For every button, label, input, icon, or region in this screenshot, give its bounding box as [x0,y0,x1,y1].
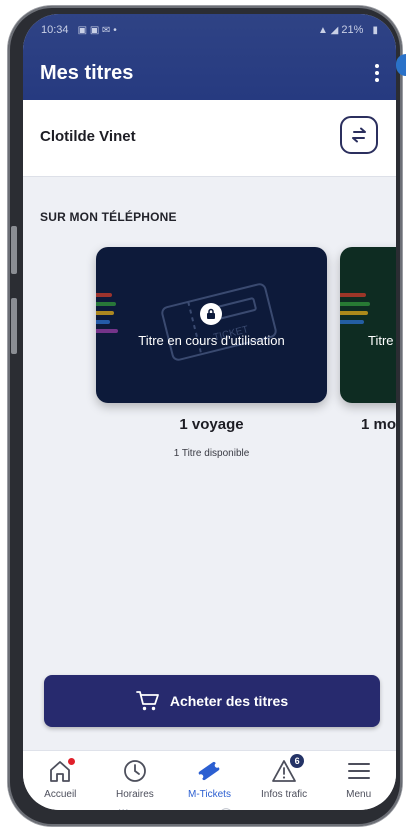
page-title: Mes titres [40,62,134,84]
battery-icon: ▮ [372,25,378,36]
nav-item-menu[interactable]: Menu [324,751,394,810]
card-title: 1 mo [361,416,396,433]
ticket-illustration: TICKET [161,283,277,361]
nav-item-accueil[interactable]: Accueil [25,751,95,810]
app-bar: 10:34 ▣ ▣ ✉ • ▲ ◢ 21% ▮ Mes titres [23,14,396,100]
user-name: Clotilde Vinet [40,128,136,145]
app-screen: 10:34 ▣ ▣ ✉ • ▲ ◢ 21% ▮ Mes titres Cloti… [23,14,396,810]
power-button [11,298,17,354]
nav-item-horaires[interactable]: Horaires [100,751,170,810]
notification-icons: ▣ ▣ ✉ • [77,25,117,36]
home-icon [46,757,76,785]
nav-item-infos-trafic[interactable]: 6 Infos trafic [249,751,319,810]
section-title: SUR MON TÉLÉPHONE [40,210,177,224]
card-stripes [340,293,370,329]
lock-icon [200,303,222,325]
ticket-card-second[interactable]: Titre [340,247,396,403]
nav-label: M-Tickets [188,789,231,800]
buy-button-label: Acheter des titres [169,693,289,709]
home-gesture-icon[interactable]: ◯ [218,806,234,811]
buy-tickets-button[interactable]: Acheter des titres [44,675,380,727]
status-time: 10:34 [41,24,69,36]
signal-icon: ▲ ◢ [317,25,339,36]
ticket-card-voyage[interactable]: TICKET Titre en cours d'utilisation [96,247,327,403]
warning-icon: 6 [270,754,305,785]
card-stripes [96,293,118,338]
ticket-icon [195,757,223,785]
status-right: ▲ ◢ 21% ▮ [312,24,378,36]
card-status: Titre [368,333,394,348]
status-bar: 10:34 ▣ ▣ ✉ • ▲ ◢ 21% ▮ [41,22,378,38]
user-row: Clotilde Vinet [23,100,396,177]
switch-account-button[interactable] [340,116,378,154]
nav-label: Menu [346,789,372,800]
battery-level: 21% [341,24,364,36]
card-subtitle: 1 Titre disponible [173,448,250,459]
recents-icon[interactable]: ||| [118,806,129,810]
nav-label: Accueil [44,789,77,800]
nav-item-m-tickets[interactable]: M-Tickets [174,751,244,810]
volume-button [11,226,17,274]
swap-icon [352,127,366,143]
card-title: 1 voyage [179,416,244,433]
cart-icon [135,691,159,711]
back-icon[interactable]: ‹ [324,806,329,810]
nav-label: Infos trafic [261,789,308,800]
bottom-navigation: Accueil Horaires M-Tickets 6 Infos trafi… [23,750,396,810]
status-left: 10:34 ▣ ▣ ✉ • [41,24,117,36]
menu-icon [345,757,373,785]
more-options-icon[interactable] [370,62,384,84]
traffic-count-badge: 6 [290,754,305,768]
nav-label: Horaires [115,789,154,800]
clock-icon [121,757,149,785]
system-navigation-bar: ||| ◯ ‹ [73,804,373,811]
card-status: Titre en cours d'utilisation [138,333,285,348]
